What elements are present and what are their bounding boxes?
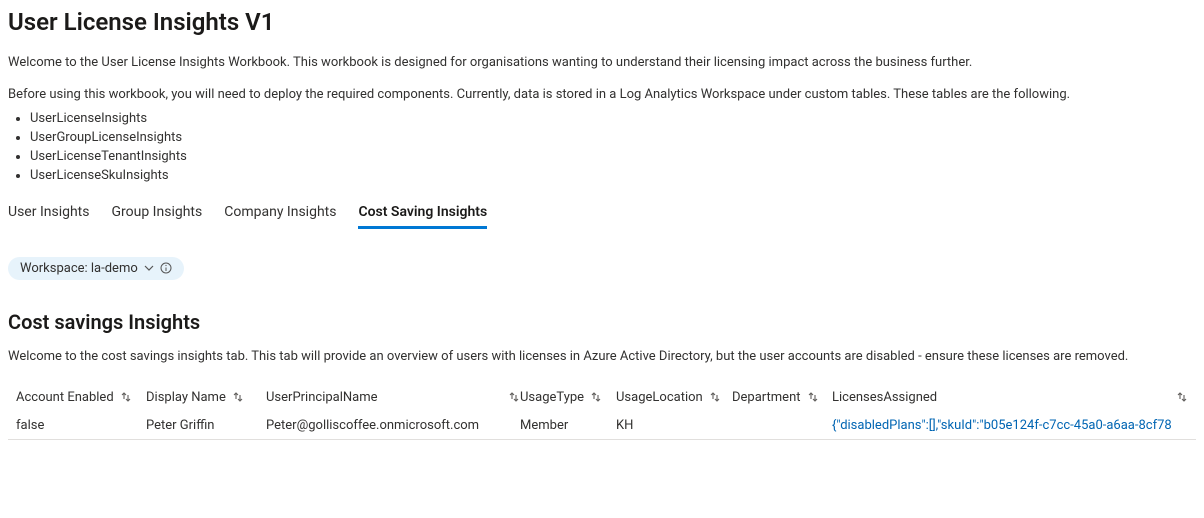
workspace-label: Workspace: la-demo bbox=[20, 261, 138, 276]
intro-text: Welcome to the User License Insights Wor… bbox=[8, 54, 1196, 72]
tab-company-insights[interactable]: Company Insights bbox=[224, 200, 336, 229]
tab-group-insights[interactable]: Group Insights bbox=[112, 200, 203, 229]
col-header-upn[interactable]: UserPrincipalName bbox=[266, 390, 520, 405]
chevron-down-icon bbox=[144, 263, 154, 273]
cell-usage-type: Member bbox=[520, 418, 616, 433]
col-header-usage-location[interactable]: UsageLocation bbox=[616, 390, 732, 405]
cell-account-enabled: false bbox=[8, 418, 146, 433]
list-item: UserLicenseInsights bbox=[30, 110, 1196, 129]
col-header-label: LicensesAssigned bbox=[832, 390, 937, 405]
col-header-label: UserPrincipalName bbox=[266, 390, 378, 405]
list-item: UserGroupLicenseInsights bbox=[30, 129, 1196, 148]
disabled-users-table: Account Enabled Display Name UserPrincip… bbox=[8, 384, 1196, 440]
workspace-selector[interactable]: Workspace: la-demo bbox=[8, 257, 184, 280]
col-header-usage-type[interactable]: UsageType bbox=[520, 390, 616, 405]
cell-upn: Peter@golliscoffee.onmicrosoft.com bbox=[266, 418, 520, 433]
required-tables-list: UserLicenseInsights UserGroupLicenseInsi… bbox=[30, 110, 1196, 185]
tab-user-insights[interactable]: User Insights bbox=[8, 200, 90, 229]
section-intro: Welcome to the cost savings insights tab… bbox=[8, 348, 1196, 366]
col-header-display-name[interactable]: Display Name bbox=[146, 390, 266, 405]
col-header-label: Account Enabled bbox=[16, 390, 114, 405]
col-header-account-enabled[interactable]: Account Enabled bbox=[8, 390, 146, 405]
cell-display-name: Peter Griffin bbox=[146, 418, 266, 433]
sort-icon bbox=[807, 391, 819, 403]
list-item: UserLicenseSkuInsights bbox=[30, 167, 1196, 186]
tab-cost-saving-insights[interactable]: Cost Saving Insights bbox=[358, 200, 487, 229]
sort-icon bbox=[120, 391, 132, 403]
info-icon bbox=[160, 262, 172, 274]
col-header-label: Department bbox=[732, 390, 801, 405]
tab-bar: User Insights Group Insights Company Ins… bbox=[8, 200, 1196, 229]
page-title: User License Insights V1 bbox=[8, 8, 1196, 36]
col-header-label: Display Name bbox=[146, 390, 226, 405]
pre-list-text: Before using this workbook, you will nee… bbox=[8, 86, 1196, 104]
cell-licenses[interactable]: {"disabledPlans":[],"skuId":"b05e124f-c7… bbox=[832, 418, 1196, 433]
table-header-row: Account Enabled Display Name UserPrincip… bbox=[8, 384, 1196, 412]
sort-icon bbox=[590, 391, 602, 403]
cell-usage-location: KH bbox=[616, 418, 732, 433]
col-header-department[interactable]: Department bbox=[732, 390, 832, 405]
section-title: Cost savings Insights bbox=[8, 310, 1196, 334]
table-row[interactable]: false Peter Griffin Peter@golliscoffee.o… bbox=[8, 412, 1196, 440]
sort-icon bbox=[508, 391, 520, 403]
sort-icon bbox=[232, 391, 244, 403]
list-item: UserLicenseTenantInsights bbox=[30, 148, 1196, 167]
col-header-label: UsageLocation bbox=[616, 390, 703, 405]
col-header-label: UsageType bbox=[520, 390, 584, 405]
col-header-licenses[interactable]: LicensesAssigned bbox=[832, 390, 1196, 405]
sort-icon bbox=[1176, 391, 1188, 403]
sort-icon bbox=[709, 391, 721, 403]
